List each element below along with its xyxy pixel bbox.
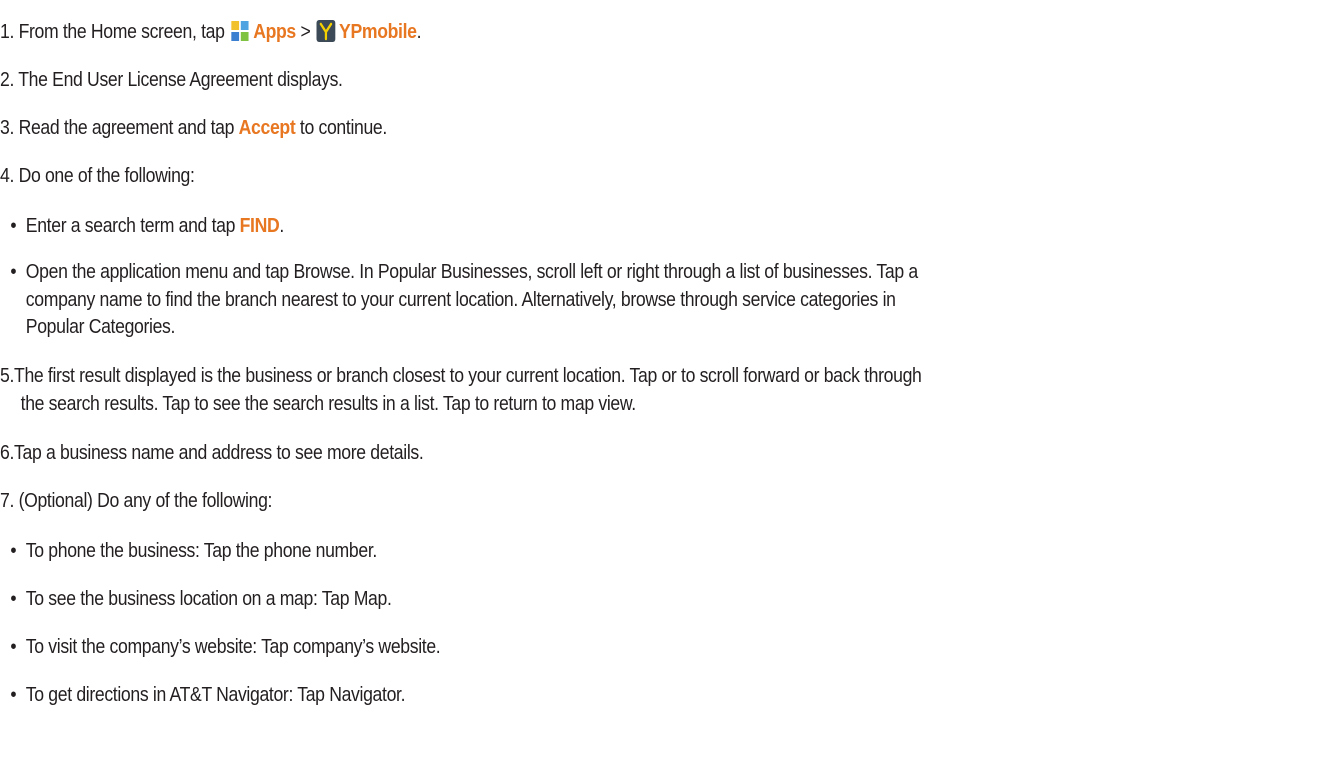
bullet-continuation: Popular Categories. <box>0 313 176 341</box>
bullet-text: Popular Categories. <box>25 315 176 338</box>
step-number: 2. <box>0 68 15 91</box>
step-number: 1. <box>0 20 15 43</box>
bullet-item: • To get directions in AT&T Navigator: Ta… <box>0 681 405 709</box>
bullet-text: Enter a search term and tap <box>25 214 240 237</box>
accept-label: Accept <box>238 116 296 139</box>
step-number: 4. <box>0 164 15 187</box>
step-text: (Optional) Do any of the following: <box>18 489 273 512</box>
step-4: 4. Do one of the following: <box>0 162 195 190</box>
bullet-icon: • <box>10 214 17 237</box>
bullet-item: • To phone the business: Tap the phone nu… <box>0 537 377 565</box>
ypmobile-label: YPmobile <box>339 20 417 43</box>
bullet-text: company name to find the branch nearest … <box>25 288 896 311</box>
bullet-item: • To visit the company’s website: Tap com… <box>0 633 440 661</box>
bullet-text: To get directions in AT&T Navigator: Tap… <box>25 683 406 706</box>
bullet-icon: • <box>10 635 17 658</box>
step-3: 3. Read the agreement and tap Accept to … <box>0 114 387 142</box>
bullet-text: To phone the business: Tap the phone num… <box>25 539 377 562</box>
step-2: 2. The End User License Agreement displa… <box>0 66 343 94</box>
bullet-item: • Enter a search term and tap FIND. <box>0 212 284 240</box>
bullet-item: • Open the application menu and tap Brows… <box>0 258 918 286</box>
step-text: Read the agreement and tap <box>18 116 239 139</box>
step-text: the search results. Tap to see the searc… <box>20 392 637 415</box>
bullet-continuation: company name to find the branch nearest … <box>0 286 896 314</box>
step-7: 7. (Optional) Do any of the following: <box>0 487 272 515</box>
step-1: 1. From the Home screen, tap Apps > YPmo… <box>0 18 422 46</box>
find-label: FIND <box>239 214 280 237</box>
apps-label: Apps <box>253 20 296 43</box>
step-number: 7. <box>0 489 15 512</box>
ypmobile-app-icon <box>316 20 336 42</box>
step-number: 6. <box>0 441 15 464</box>
bullet-text: To see the business location on a map: T… <box>25 587 392 610</box>
separator: > <box>295 20 315 43</box>
step-number: 3. <box>0 116 15 139</box>
bullet-text: To visit the company’s website: Tap comp… <box>25 635 441 658</box>
step-6: 6.Tap a business name and address to see… <box>0 439 424 467</box>
step-number: 5. <box>0 364 15 387</box>
step-text: The first result displayed is the busine… <box>14 364 922 387</box>
bullet-text: . <box>279 214 284 237</box>
bullet-icon: • <box>10 260 17 283</box>
bullet-icon: • <box>10 587 17 610</box>
punctuation: . <box>416 20 422 43</box>
step-text: The End User License Agreement displays. <box>18 68 343 91</box>
step-text: Tap a business name and address to see m… <box>14 441 424 464</box>
bullet-text: Open the application menu and tap Browse… <box>25 260 918 283</box>
step-text: to continue. <box>295 116 387 139</box>
bullet-icon: • <box>10 683 17 706</box>
bullet-icon: • <box>10 539 17 562</box>
apps-grid-icon <box>231 21 249 41</box>
step-5: 5.The first result displayed is the busi… <box>0 362 922 390</box>
step-5-continuation: the search results. Tap to see the searc… <box>0 390 637 418</box>
bullet-item: • To see the business location on a map: … <box>0 585 392 613</box>
step-text: From the Home screen, tap <box>18 20 230 43</box>
step-text: Do one of the following: <box>18 164 195 187</box>
